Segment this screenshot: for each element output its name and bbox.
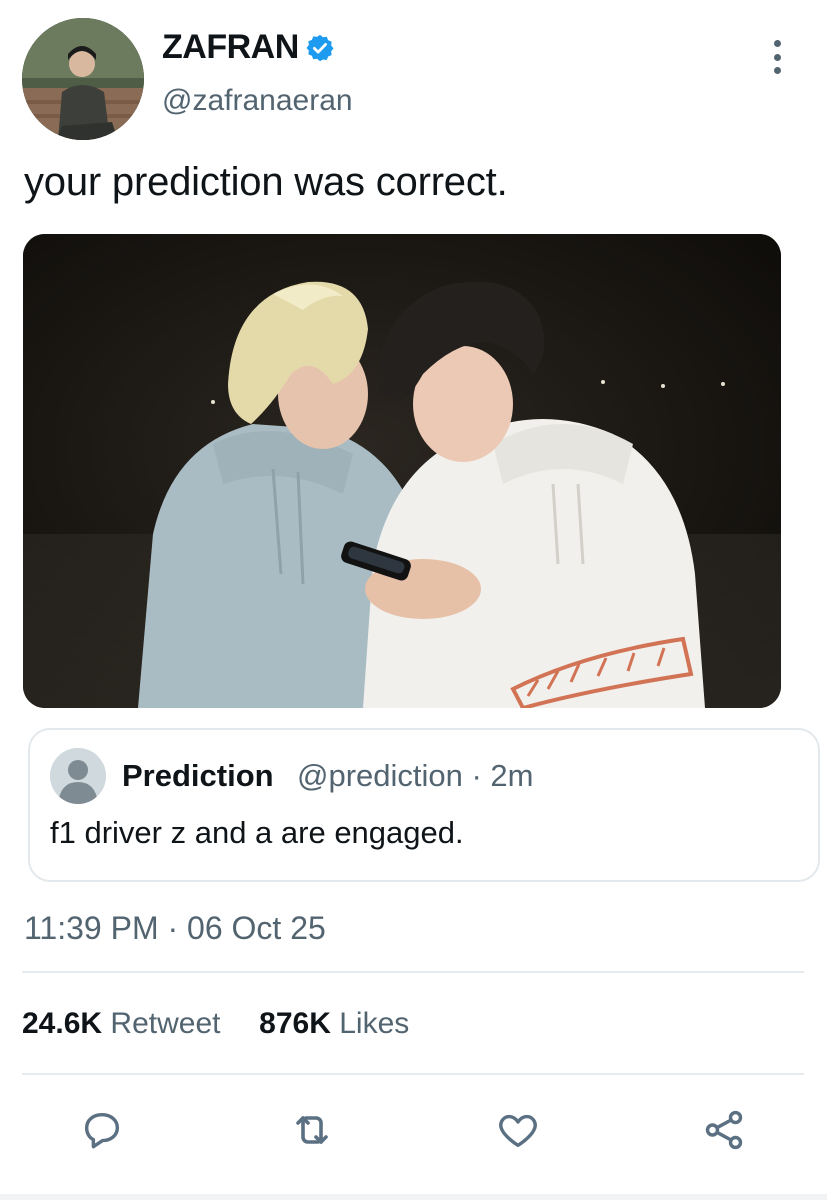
quoted-tweet-card[interactable]: Prediction @prediction · 2m f1 driver z …: [28, 728, 820, 882]
like-count[interactable]: 876K: [259, 1007, 331, 1040]
retweet-label[interactable]: Retweet: [110, 1007, 220, 1040]
quoted-avatar-placeholder-icon[interactable]: [50, 748, 106, 804]
retweet-icon[interactable]: [288, 1106, 336, 1154]
author-display-name[interactable]: ZAFRAN: [162, 28, 299, 67]
more-vertical-icon[interactable]: [762, 40, 792, 74]
quoted-display-name[interactable]: Prediction: [122, 758, 274, 794]
bottom-edge: [0, 1194, 827, 1200]
reply-icon[interactable]: [78, 1106, 126, 1154]
tweet-photo[interactable]: [23, 234, 781, 708]
tweet-text: your prediction was correct.: [24, 160, 508, 204]
likes-label[interactable]: Likes: [339, 1007, 409, 1040]
retweet-count[interactable]: 24.6K: [22, 1007, 102, 1040]
like-icon[interactable]: [494, 1106, 542, 1154]
engagement-stats: 24.6K Retweet 876K Likes: [22, 1007, 409, 1041]
author-name-row[interactable]: ZAFRAN: [162, 28, 335, 67]
verified-badge-icon: [305, 33, 335, 63]
quoted-handle-time: @prediction · 2m: [297, 758, 534, 793]
divider-top: [22, 971, 804, 973]
quoted-tweet-text: f1 driver z and a are engaged.: [50, 815, 464, 850]
divider-bottom: [22, 1073, 804, 1075]
author-avatar[interactable]: [22, 18, 144, 140]
author-handle[interactable]: @zafranaeran: [162, 84, 353, 118]
tweet-timestamp[interactable]: 11:39 PM · 06 Oct 25: [24, 910, 326, 947]
share-icon[interactable]: [700, 1106, 748, 1154]
